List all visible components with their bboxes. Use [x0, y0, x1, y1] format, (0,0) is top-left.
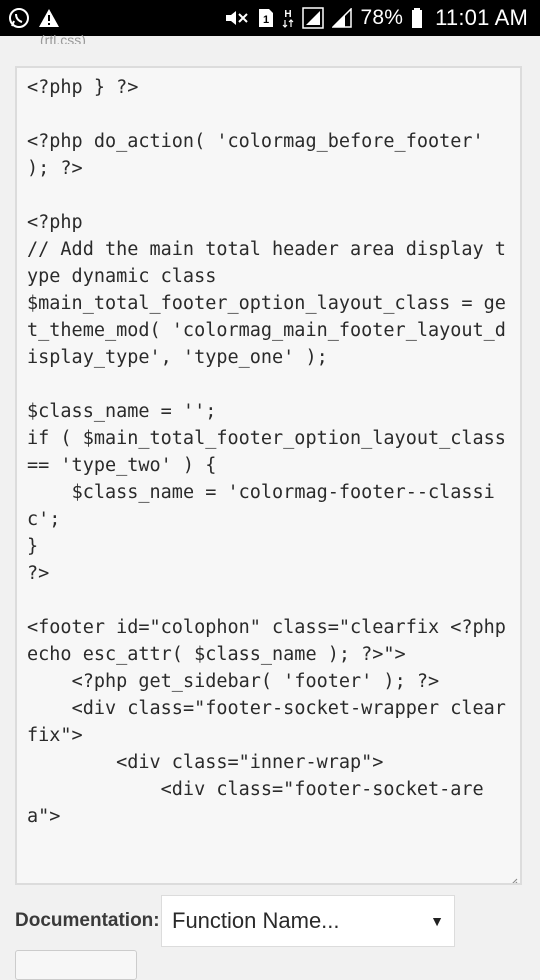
whatsapp-icon: [8, 7, 30, 29]
file-name-cutoff: (rtl.css): [40, 32, 86, 44]
clock: 11:01 AM: [435, 5, 528, 30]
mute-icon: [224, 8, 250, 28]
code-editor-content[interactable]: <?php } ?> <?php do_action( 'colormag_be…: [27, 74, 512, 830]
h-data-icon: H: [282, 7, 294, 29]
documentation-row: Documentation: Function Name... ▼: [15, 895, 455, 947]
signal-icon: [302, 7, 325, 29]
documentation-label: Documentation:: [15, 910, 160, 931]
svg-text:1: 1: [263, 14, 269, 26]
svg-text:H: H: [285, 9, 292, 20]
warning-icon: [38, 8, 60, 28]
documentation-selected-value: Function Name...: [172, 908, 340, 933]
lookup-button[interactable]: [15, 950, 137, 980]
dropdown-arrow-icon: ▼: [430, 913, 444, 929]
sim-1-icon: 1: [258, 8, 274, 28]
code-editor[interactable]: <?php } ?> <?php do_action( 'colormag_be…: [15, 66, 522, 885]
battery-icon: [411, 7, 423, 29]
signal-icon-2: [332, 8, 353, 28]
resize-handle-icon[interactable]: [510, 873, 518, 883]
documentation-select[interactable]: Function Name... ▼: [161, 895, 455, 947]
battery-percent: 78%: [360, 6, 404, 29]
